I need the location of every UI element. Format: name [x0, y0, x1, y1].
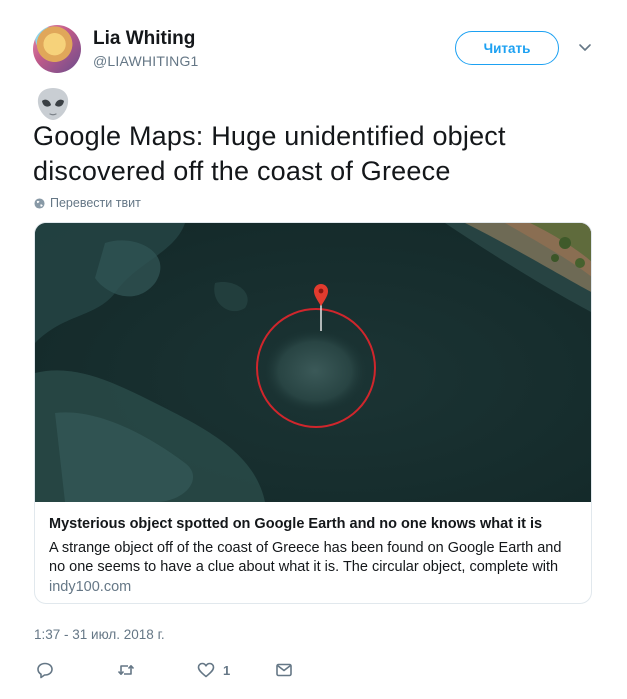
like-button[interactable]: 1	[197, 659, 230, 681]
retweet-icon	[117, 665, 135, 675]
direct-message-button[interactable]	[275, 659, 293, 681]
retweet-button[interactable]	[117, 659, 135, 681]
author-name[interactable]: Lia Whiting	[93, 28, 195, 50]
like-count: 1	[223, 662, 231, 678]
card-title[interactable]: Mysterious object spotted on Google Eart…	[49, 516, 579, 532]
envelope-icon	[276, 663, 292, 677]
card-domain: indy100.com	[49, 579, 132, 595]
author-handle[interactable]: @LIAWHITING1	[93, 53, 199, 69]
translate-tweet-link[interactable]: Перевести твит	[34, 196, 141, 210]
alien-emoji-icon	[37, 88, 69, 120]
reply-icon	[37, 662, 53, 679]
translate-label[interactable]: Перевести твит	[50, 196, 141, 210]
link-card[interactable]: Mysterious object spotted on Google Eart…	[34, 222, 592, 604]
globe-icon	[34, 197, 45, 209]
tweet-timestamp[interactable]: 1:37 - 31 июл. 2018 г.	[34, 627, 165, 642]
follow-button[interactable]: Читать	[455, 31, 559, 65]
tweet-text: Google Maps: Huge unidentified object di…	[33, 121, 506, 186]
card-satellite-image	[35, 223, 591, 502]
chevron-down-icon[interactable]	[577, 40, 593, 56]
avatar[interactable]	[33, 25, 81, 73]
heart-icon	[197, 662, 215, 678]
reply-button[interactable]	[36, 659, 54, 681]
card-description: A strange object off of the coast of Gre…	[49, 540, 562, 575]
